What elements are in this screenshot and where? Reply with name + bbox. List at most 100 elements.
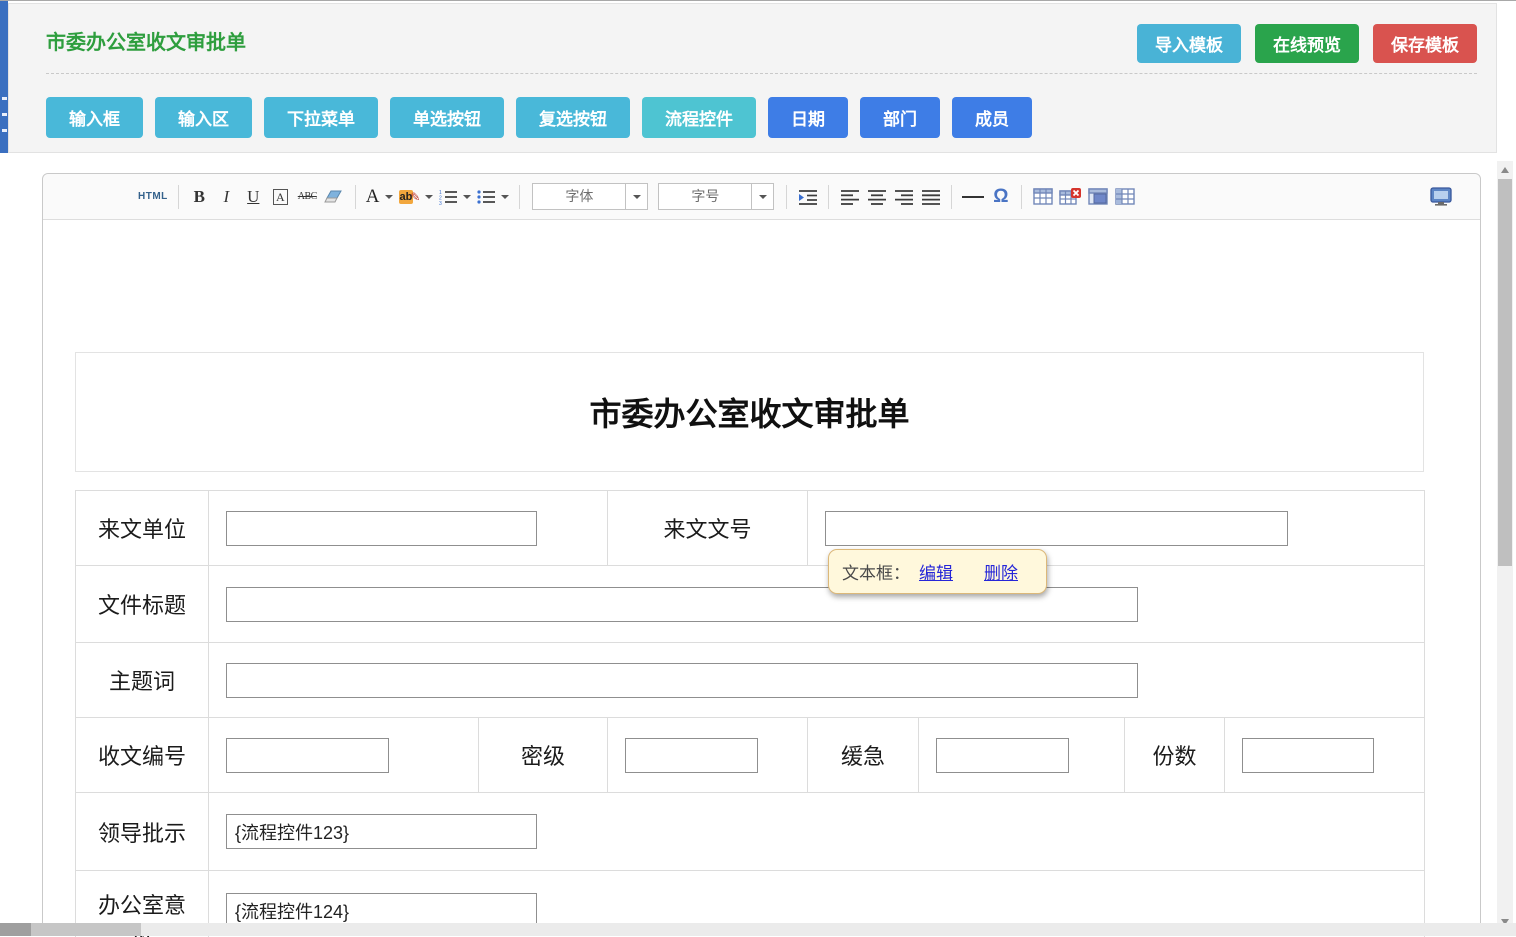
font-family-value: 字体 [533,184,625,209]
left-edge-strip [0,1,8,153]
page-title: 市委办公室收文审批单 [46,26,246,55]
delete-table-icon [1059,188,1081,206]
toolbar-separator [951,185,952,209]
copies-count-input[interactable] [1242,738,1374,773]
save-template-button[interactable]: 保存模板 [1373,24,1477,63]
align-justify-button[interactable] [917,182,944,212]
label-secrecy-level: 密级 [479,718,608,793]
input-cell [1225,718,1425,793]
field-label: 缓急 [841,744,885,769]
rich-text-editor: HTML B I U A ABC A ab ✎ [42,173,1481,936]
add-input-box-button[interactable]: 输入框 [46,97,143,138]
align-left-button[interactable] [836,182,863,212]
receipt-number-input[interactable] [226,738,389,773]
input-cell [209,718,479,793]
char-border-button[interactable]: A [267,182,294,212]
form-table-row: 文件标题 [76,566,1425,643]
header-panel: 市委办公室收文审批单 导入模板在线预览保存模板 输入框输入区下拉菜单单选按钮复选… [8,3,1497,153]
label-source-unit: 来文单位 [76,491,209,566]
add-textarea-button[interactable]: 输入区 [155,97,252,138]
edit-control-link[interactable]: 编辑 [919,559,953,584]
editor-content[interactable]: 市委办公室收文审批单 来文单位 来文文号文件标题主题词收文编号 密级 缓急 份数领导批示… [43,220,1480,937]
delete-table-button[interactable] [1056,182,1084,212]
underline-button[interactable]: U [240,182,267,212]
field-label: 收文编号 [98,744,186,769]
cell-properties-button[interactable] [1111,182,1138,212]
form-table-row: 主题词 [76,643,1425,718]
field-label: 来文单位 [98,517,186,542]
label-receipt-number: 收文编号 [76,718,209,793]
toolbar-separator [1021,185,1022,209]
field-label: 密级 [521,744,565,769]
add-checkbox-button[interactable]: 复选按钮 [516,97,630,138]
font-color-button[interactable]: A [363,182,396,212]
highlight-color-button[interactable]: ab ✎ [396,182,437,212]
import-template-button[interactable]: 导入模板 [1137,24,1241,63]
chevron-down-icon [759,195,767,199]
leader-comments-flow-control-input[interactable] [226,814,537,849]
table-properties-button[interactable] [1084,182,1111,212]
align-right-button[interactable] [890,182,917,212]
horizontal-scrollbar-thumb[interactable] [31,923,141,936]
source-unit-input[interactable] [226,511,537,546]
form-template-designer: 市委办公室收文审批单 导入模板在线预览保存模板 输入框输入区下拉菜单单选按钮复选… [0,0,1516,935]
unordered-list-button[interactable] [474,182,512,212]
indent-button[interactable] [794,182,821,212]
pencil-icon: ✎ [410,190,420,204]
label-copies-count: 份数 [1125,718,1225,793]
align-center-button[interactable] [863,182,890,212]
document-number-input[interactable] [825,511,1288,546]
eraser-icon [324,189,344,205]
field-label: 领导批示 [98,821,186,846]
edge-mark [2,129,7,132]
font-family-dropdown-button[interactable] [625,184,647,209]
fullscreen-button[interactable] [1426,182,1456,212]
add-department-button[interactable]: 部门 [860,97,940,138]
add-date-button[interactable]: 日期 [768,97,848,138]
ordered-list-button[interactable]: 1 2 3 [436,182,474,212]
align-left-icon [840,189,860,205]
header-actions: 导入模板在线预览保存模板 [1137,24,1477,63]
editor-toolbar: HTML B I U A ABC A ab ✎ [43,174,1480,220]
horizontal-scrollbar[interactable] [0,923,1516,936]
form-title-box[interactable]: 市委办公室收文审批单 [75,352,1424,472]
add-flow-control-button[interactable]: 流程控件 [642,97,756,138]
insert-table-icon [1033,188,1053,205]
form-table: 来文单位来文文号文件标题主题词收文编号密级缓急份数领导批示办公室意见 [75,490,1425,937]
add-radio-button[interactable]: 单选按钮 [390,97,504,138]
delete-control-link[interactable]: 删除 [984,559,1018,584]
svg-text:3: 3 [439,201,442,205]
bold-button[interactable]: B [186,182,213,212]
chevron-down-icon [463,195,471,199]
italic-button[interactable]: I [213,182,240,212]
char-border-icon: A [273,189,288,205]
title-row: 市委办公室收文审批单 导入模板在线预览保存模板 [46,4,1477,74]
strikethrough-button[interactable]: ABC [294,182,321,212]
font-size-dropdown-button[interactable] [751,184,773,209]
input-cell [608,718,808,793]
secrecy-level-input[interactable] [625,738,758,773]
field-label: 来文文号 [663,517,751,542]
font-family-select[interactable]: 字体 [532,183,648,210]
vertical-scrollbar-thumb[interactable] [1498,179,1512,566]
toolbar-separator [786,185,787,209]
tooltip-label: 文本框： [842,559,910,584]
remove-format-button[interactable] [321,182,348,212]
monitor-icon [1429,187,1453,206]
source-code-button[interactable]: HTML [135,182,171,212]
toolbar-separator [355,185,356,209]
insert-table-button[interactable] [1029,182,1056,212]
chevron-down-icon [633,195,641,199]
vertical-scrollbar[interactable] [1497,161,1513,931]
add-member-button[interactable]: 成员 [952,97,1032,138]
special-char-button[interactable]: Ω [987,182,1014,212]
horizontal-rule-button[interactable] [959,182,987,212]
scroll-up-arrow-icon[interactable] [1501,167,1509,173]
urgency-input[interactable] [936,738,1069,773]
online-preview-button[interactable]: 在线预览 [1255,24,1359,63]
subject-words-input[interactable] [226,663,1138,698]
font-size-select[interactable]: 字号 [658,183,774,210]
label-document-title: 文件标题 [76,566,209,643]
form-title: 市委办公室收文审批单 [589,389,909,435]
add-dropdown-button[interactable]: 下拉菜单 [264,97,378,138]
